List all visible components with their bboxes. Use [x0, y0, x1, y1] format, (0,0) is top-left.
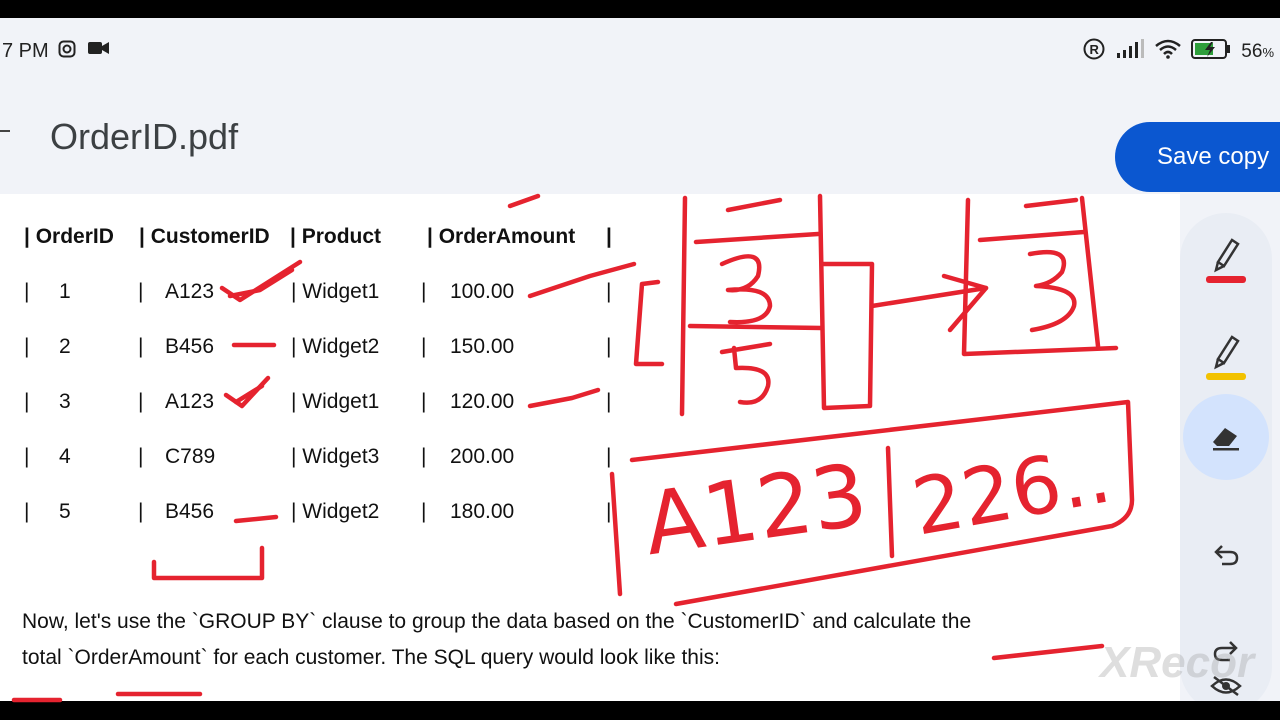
table-header-product: | Product — [290, 225, 382, 248]
cell-amount: 100.00 — [450, 280, 515, 303]
cell-sep: | — [138, 445, 144, 468]
cell-sep: | — [24, 500, 30, 523]
cell-orderid: 5 — [59, 500, 71, 523]
app-bar: OrderID.pdf Save copy — [0, 80, 1280, 194]
svg-text:R: R — [1090, 42, 1100, 57]
cell-orderid: 2 — [59, 335, 71, 358]
back-arrow-icon[interactable] — [0, 130, 10, 132]
save-copy-button[interactable]: Save copy — [1115, 122, 1280, 192]
cell-product: | Widget2 — [291, 500, 380, 523]
cell-sep: | — [606, 500, 612, 523]
eraser-icon[interactable] — [1183, 394, 1269, 480]
instagram-icon — [58, 40, 76, 63]
cell-amount: 120.00 — [450, 390, 515, 413]
cell-product: | Widget1 — [291, 280, 380, 303]
cell-sep: | — [24, 335, 30, 358]
paragraph-line-2: total `OrderAmount` for each customer. T… — [22, 646, 720, 669]
cell-orderid: 3 — [59, 390, 71, 413]
cell-amount: 150.00 — [450, 335, 515, 358]
battery-percent: 56 — [1241, 41, 1263, 62]
wifi-icon — [1155, 39, 1182, 65]
cell-sep: | — [24, 390, 30, 413]
battery-icon — [1191, 38, 1231, 66]
cell-amount: 180.00 — [450, 500, 515, 523]
battery-unit: % — [1262, 45, 1274, 60]
cell-customerid: A123 — [165, 280, 215, 303]
signal-icon — [1115, 39, 1145, 65]
pdf-page: | OrderID | CustomerID | Product | Order… — [0, 194, 1180, 701]
screen: 7 PM R 56% OrderID.pdf Save copy | Order… — [0, 18, 1280, 701]
status-time: 7 PM — [2, 40, 49, 62]
cell-product: | Widget2 — [291, 335, 380, 358]
table-header-end: | — [606, 225, 612, 248]
undo-icon[interactable] — [1183, 511, 1269, 597]
status-bar: 7 PM R 56% — [0, 18, 1280, 80]
cell-sep: | — [24, 445, 30, 468]
cell-sep: | — [606, 390, 612, 413]
cell-sep: | — [138, 335, 144, 358]
cell-sep: | — [421, 280, 427, 303]
cell-product: | Widget3 — [291, 445, 380, 468]
cell-customerid: B456 — [165, 500, 215, 523]
screen-recorder-watermark: XRecor — [1100, 638, 1255, 687]
pen-red-icon[interactable] — [1183, 216, 1269, 302]
cell-sep: | — [421, 445, 427, 468]
cell-sep: | — [421, 390, 427, 413]
cell-customerid: B456 — [165, 335, 215, 358]
cell-product: | Widget1 — [291, 390, 380, 413]
highlighter-yellow-icon[interactable] — [1183, 313, 1269, 399]
cell-orderid: 1 — [59, 280, 71, 303]
video-camera-icon — [88, 40, 110, 61]
cell-sep: | — [606, 445, 612, 468]
table-header-orderamount: | OrderAmount — [427, 225, 576, 248]
document-title: OrderID.pdf — [50, 116, 239, 157]
cell-sep: | — [606, 335, 612, 358]
registered-icon: R — [1083, 38, 1105, 66]
cell-sep: | — [138, 390, 144, 413]
cell-sep: | — [606, 280, 612, 303]
paragraph-line-1: Now, let's use the `GROUP BY` clause to … — [22, 610, 972, 633]
cell-amount: 200.00 — [450, 445, 515, 468]
cell-sep: | — [24, 280, 30, 303]
table-header-customerid: | CustomerID — [139, 225, 270, 248]
table-header-orderid: | OrderID — [24, 225, 114, 248]
status-icons: R 56% — [1083, 38, 1274, 66]
cell-sep: | — [138, 280, 144, 303]
cell-sep: | — [421, 335, 427, 358]
cell-sep: | — [421, 500, 427, 523]
cell-customerid: A123 — [165, 390, 215, 413]
cell-customerid: C789 — [165, 445, 216, 468]
cell-orderid: 4 — [59, 445, 71, 468]
cell-sep: | — [138, 500, 144, 523]
